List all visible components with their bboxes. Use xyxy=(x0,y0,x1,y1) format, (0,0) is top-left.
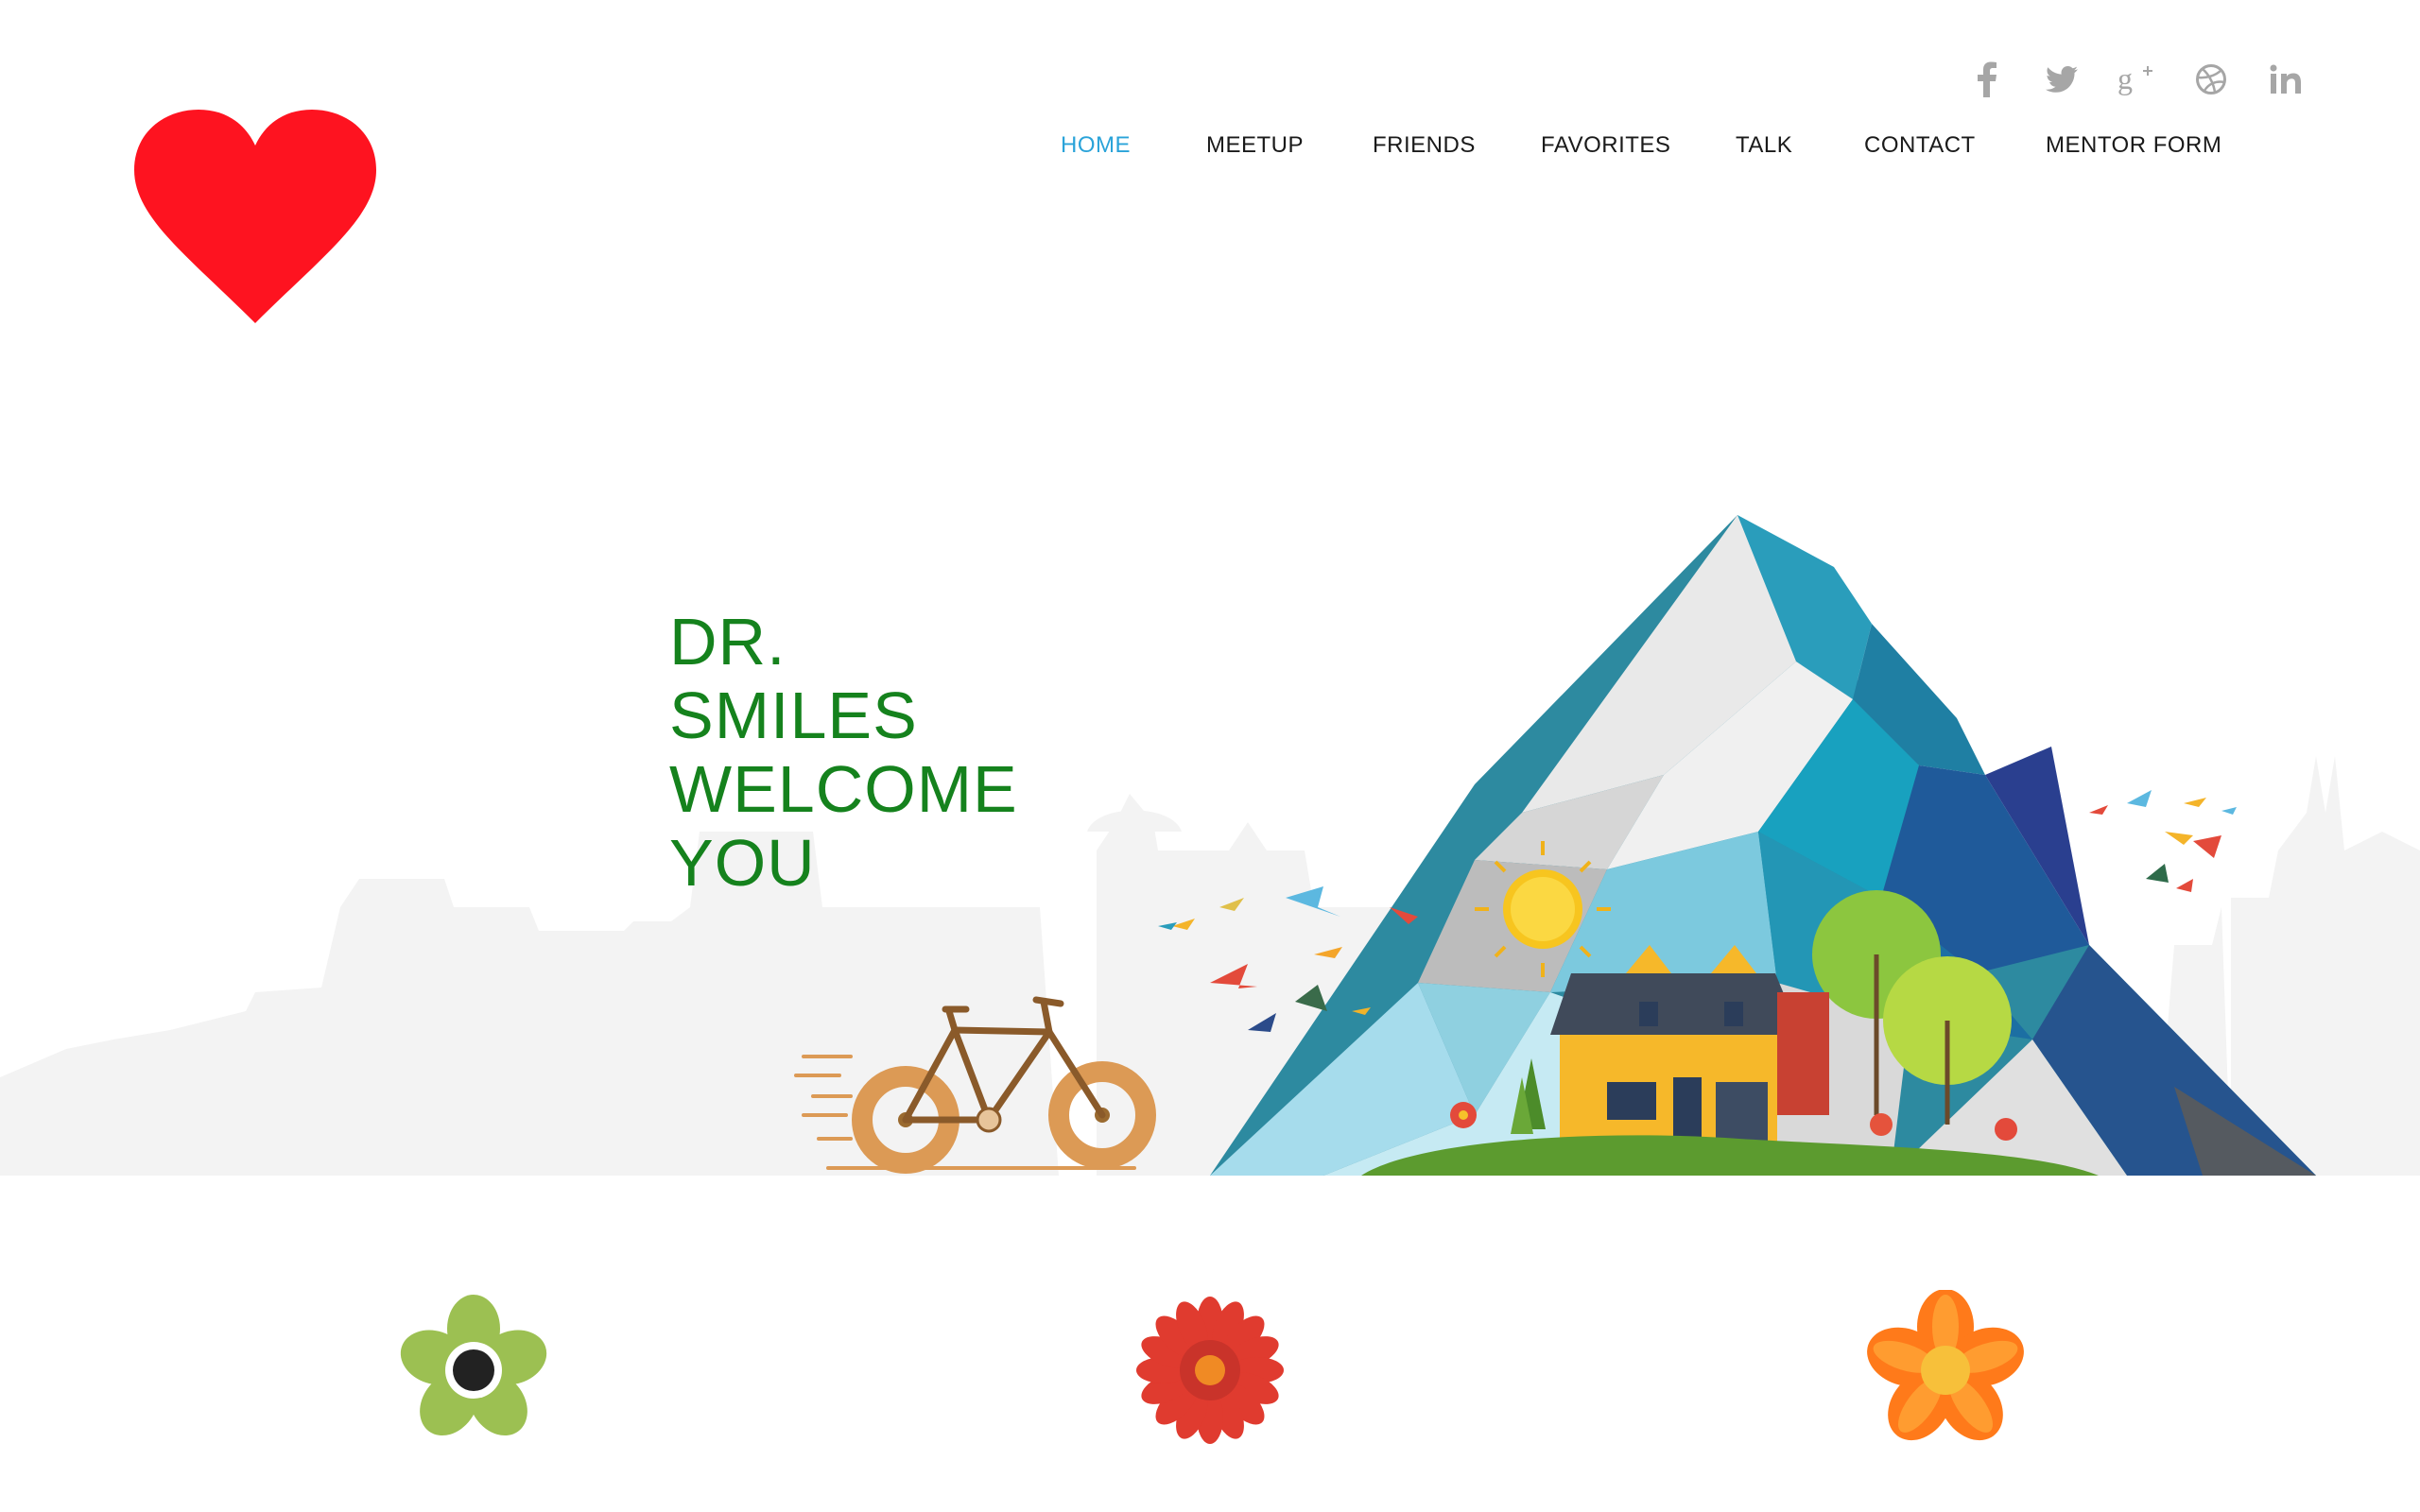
hero-illustration xyxy=(0,515,2420,1176)
headline-line-3: WELCOME xyxy=(669,752,1018,826)
svg-text:g: g xyxy=(2118,62,2133,95)
red-flower-icon xyxy=(1136,1297,1284,1444)
green-flower-icon xyxy=(400,1295,547,1436)
nav-mentor-form[interactable]: MENTOR FORM xyxy=(2046,132,2221,159)
nav-friends[interactable]: FRIENDS xyxy=(1373,132,1476,159)
facebook-icon[interactable] xyxy=(1966,59,2008,100)
social-links: g xyxy=(1966,59,2307,100)
nav-meetup[interactable]: MEETUP xyxy=(1206,132,1304,159)
headline-line-2: SMILES xyxy=(669,679,918,752)
google-plus-icon[interactable]: g xyxy=(2116,59,2157,100)
headline-line-4: YOU xyxy=(669,826,816,900)
orange-flower-icon xyxy=(1867,1290,2024,1441)
hero-banner xyxy=(0,491,2420,1176)
nav-favorites[interactable]: FAVORITES xyxy=(1541,132,1670,159)
nav-home[interactable]: HOME xyxy=(1061,132,1131,159)
nav-contact[interactable]: CONTACT xyxy=(1864,132,1976,159)
dribbble-icon[interactable] xyxy=(2190,59,2232,100)
headline-line-1: DR. xyxy=(669,605,786,679)
hero-headline: DR. SMILES WELCOME YOU xyxy=(669,605,1018,900)
linkedin-icon[interactable] xyxy=(2265,59,2307,100)
nav-talk[interactable]: TALK xyxy=(1736,132,1792,159)
heart-logo-icon[interactable] xyxy=(132,106,378,333)
twitter-icon[interactable] xyxy=(2041,59,2083,100)
